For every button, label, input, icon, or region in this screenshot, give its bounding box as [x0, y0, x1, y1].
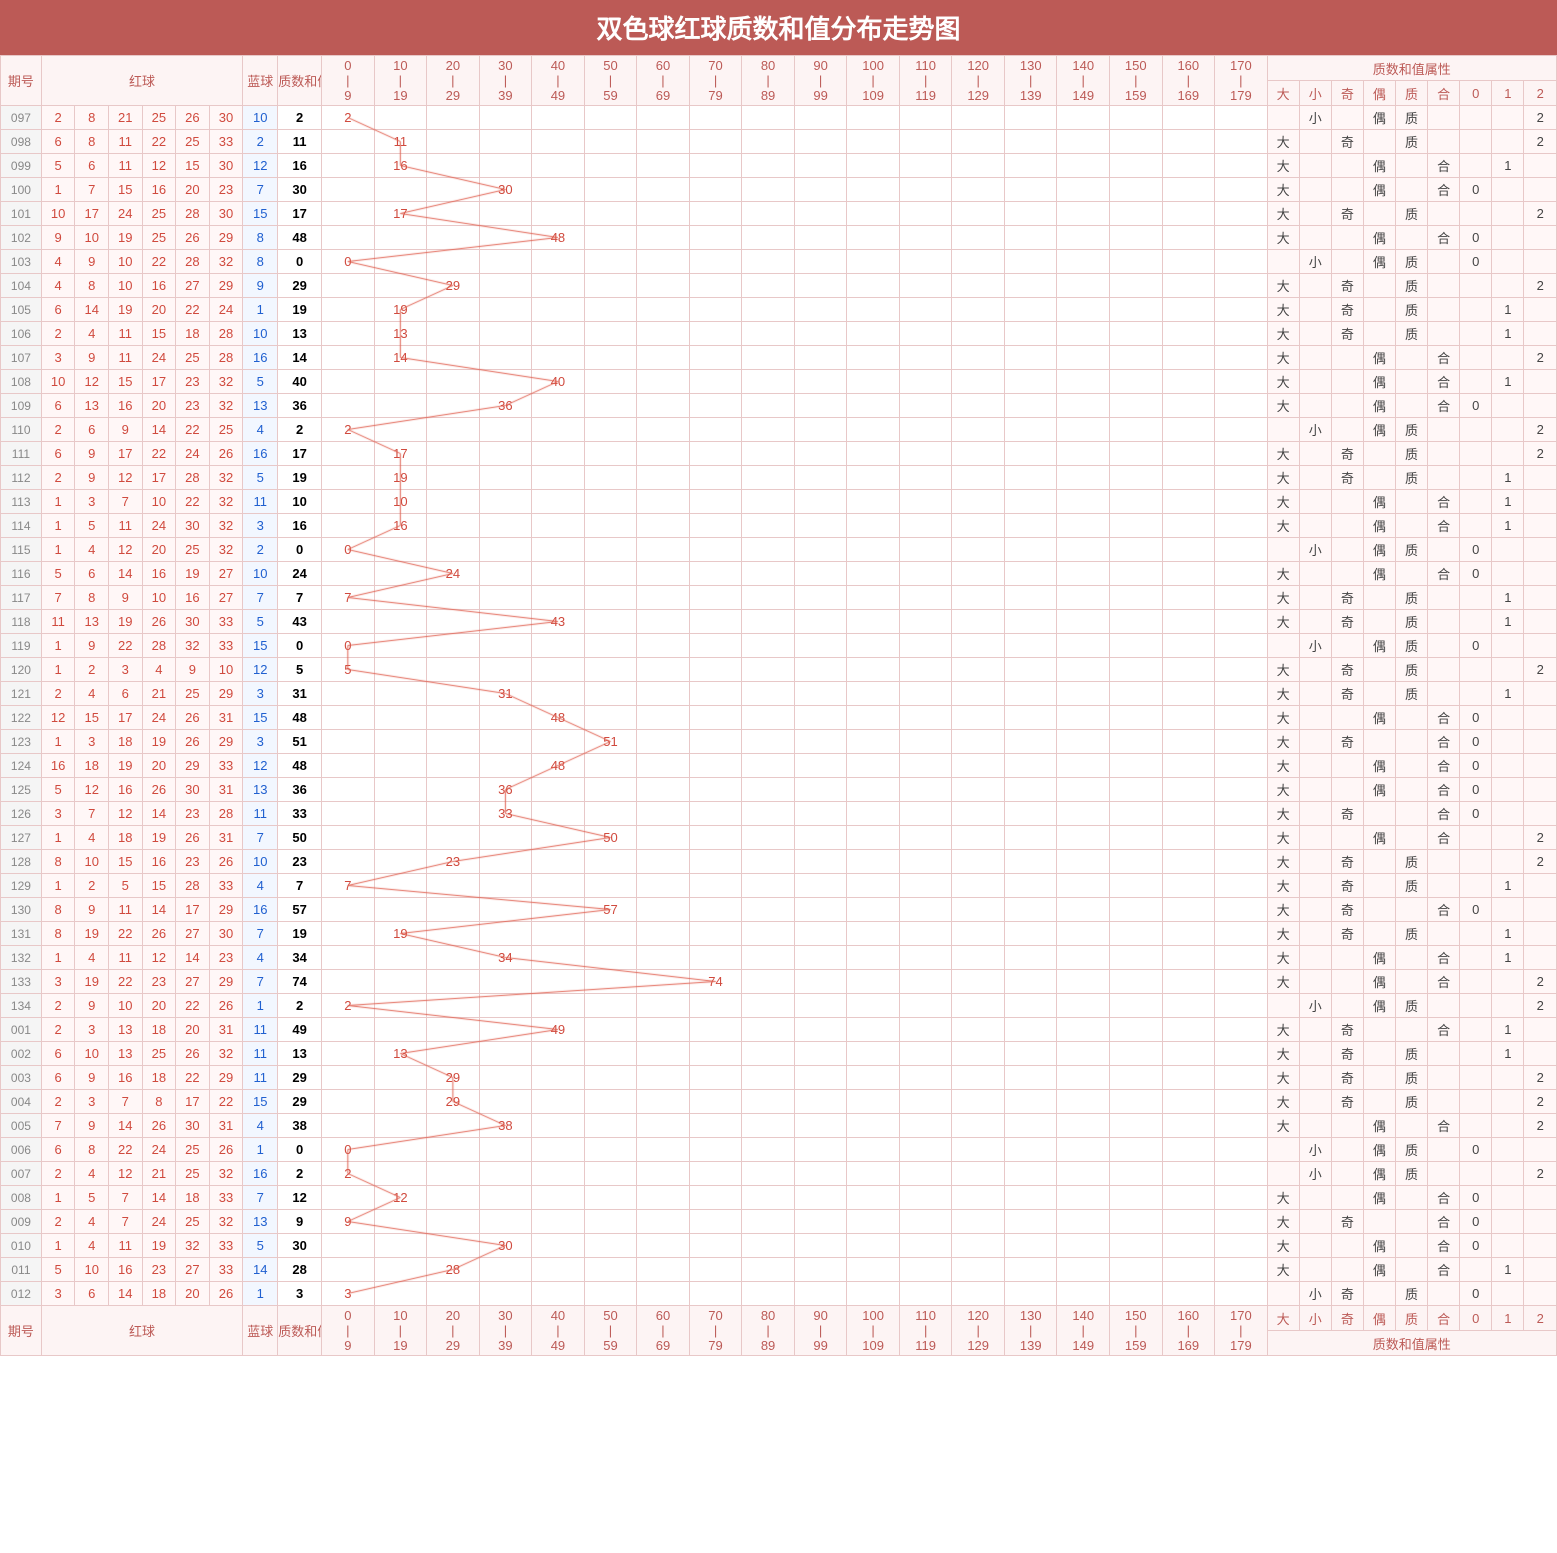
table-row: 100171516202373030大偶合0 — [1, 178, 1557, 202]
table-row: 010141119323353030大偶合0 — [1, 1234, 1557, 1258]
table-row: 0092472425321399大奇合0 — [1, 1210, 1557, 1234]
table-row: 1062411151828101313大奇质1 — [1, 322, 1557, 346]
table-row: 1263712142328113333大奇合0 — [1, 802, 1557, 826]
table-row: 0123614182026133小奇质0 — [1, 1282, 1557, 1306]
table-row: 1034910222832800小偶质0 — [1, 250, 1557, 274]
table-row: 10810121517233254040大偶合1 — [1, 370, 1557, 394]
table-row: 110269142225422小偶质2 — [1, 418, 1557, 442]
table-row: 127141819263175050大偶合2 — [1, 826, 1557, 850]
table-row: 1029101925262984848大偶合0 — [1, 226, 1557, 250]
table-row: 104481016272992929大奇质2 — [1, 274, 1557, 298]
table-row: 129125152833477大奇质1 — [1, 874, 1557, 898]
table-row: 1342910202226122小偶质2 — [1, 994, 1557, 1018]
table-row: 1056141920222411919大奇质1 — [1, 298, 1557, 322]
table-row: 00724122125321622小偶质2 — [1, 1162, 1557, 1186]
table-row: 124161819202933124848大偶合0 — [1, 754, 1557, 778]
table-row: 0995611121530121616大偶合1 — [1, 154, 1557, 178]
table-row: 005791426303143838大偶合2 — [1, 1114, 1557, 1138]
table-row: 01151016232733142828大偶合1 — [1, 1258, 1557, 1282]
table-row: 00815714183371212大偶合0 — [1, 1186, 1557, 1210]
table-row: 098681122253321111大奇质2 — [1, 130, 1557, 154]
table-row: 122121517242631154848大偶合0 — [1, 706, 1557, 730]
table-row: 00423781722152929大奇质2 — [1, 1090, 1557, 1114]
table-row: 132141112142343434大偶合1 — [1, 946, 1557, 970]
trend-table: 期号红球蓝球质数和值0|910|1920|2930|3940|4950|5960… — [0, 55, 1557, 1356]
table-row: 112291217283251919大奇质1 — [1, 466, 1557, 490]
table-row: 1116917222426161717大奇质2 — [1, 442, 1557, 466]
table-row: 11811131926303354343大奇质1 — [1, 610, 1557, 634]
table-row: 0012313182031114949大奇合1 — [1, 1018, 1557, 1042]
table-row: 0066822242526100小偶质0 — [1, 1138, 1557, 1162]
table-row: 12124621252933131大奇质1 — [1, 682, 1557, 706]
table-row: 117789101627777大奇质1 — [1, 586, 1557, 610]
table-row: 1308911141729165757大奇合0 — [1, 898, 1557, 922]
table-row: 101101724252830151717大奇质2 — [1, 202, 1557, 226]
table-row: 11919222832331500小偶质0 — [1, 634, 1557, 658]
table-row: 12012349101255大奇质2 — [1, 658, 1557, 682]
table-row: 00261013252632111313大奇质1 — [1, 1042, 1557, 1066]
table-row: 1165614161927102424大偶合0 — [1, 562, 1557, 586]
table-row: 1073911242528161414大偶合2 — [1, 346, 1557, 370]
table-row: 09728212526301022小偶质2 — [1, 106, 1557, 130]
table-row: 0036916182229112929大奇质2 — [1, 1066, 1557, 1090]
table-row: 113137102232111010大偶合1 — [1, 490, 1557, 514]
table-row: 114151124303231616大偶合1 — [1, 514, 1557, 538]
table-row: 12551216263031133636大偶合0 — [1, 778, 1557, 802]
table-row: 10961316202332133636大偶合0 — [1, 394, 1557, 418]
table-row: 1151412202532200小偶质0 — [1, 538, 1557, 562]
table-row: 12881015162326102323大奇质2 — [1, 850, 1557, 874]
table-row: 1333192223272977474大偶合2 — [1, 970, 1557, 994]
table-row: 123131819262935151大奇合0 — [1, 730, 1557, 754]
table-row: 1318192226273071919大奇质1 — [1, 922, 1557, 946]
page-title: 双色球红球质数和值分布走势图 — [0, 0, 1557, 55]
